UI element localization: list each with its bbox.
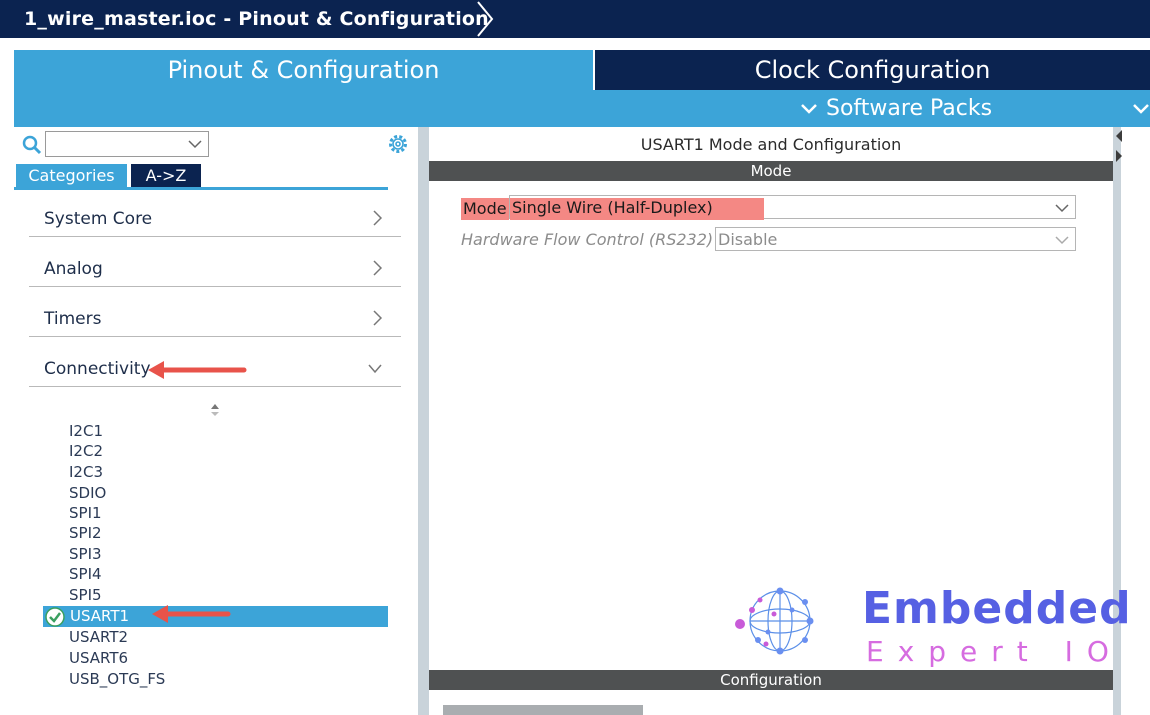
chevron-down-icon <box>801 104 817 114</box>
category-analog[interactable]: Analog <box>29 253 401 287</box>
window-title: 1_wire_master.ioc - Pinout & Configurati… <box>24 8 489 30</box>
search-icon[interactable] <box>22 135 42 155</box>
config-tab-button[interactable] <box>443 705 643 715</box>
chevron-down-icon[interactable] <box>1132 100 1150 118</box>
tab-a-z[interactable]: A->Z <box>131 164 201 187</box>
software-packs-bar: Software Packs <box>14 90 1150 127</box>
chevron-down-icon <box>368 364 382 374</box>
tab-underline <box>14 187 388 190</box>
breadcrumb-chevron-icon <box>477 1 494 37</box>
title-bar: 1_wire_master.ioc - Pinout & Configurati… <box>0 0 1150 38</box>
hw-flow-control-label: Hardware Flow Control (RS232) <box>461 230 714 249</box>
mode-label: Mode <box>461 198 509 220</box>
chevron-down-icon[interactable] <box>188 139 202 149</box>
list-item-i2c2[interactable]: I2C2 <box>69 442 103 460</box>
list-item-sdio[interactable]: SDIO <box>69 484 106 502</box>
list-item-usart2[interactable]: USART2 <box>69 628 128 646</box>
panel-splitter[interactable] <box>418 127 429 715</box>
category-label: Timers <box>44 309 102 329</box>
embedded-expert-logo <box>735 587 814 655</box>
gear-icon[interactable] <box>387 133 409 155</box>
tab-clock-configuration[interactable]: Clock Configuration <box>595 50 1150 90</box>
categories-panel: Categories A->Z System Core Analog Timer… <box>14 127 418 715</box>
list-item-usart6[interactable]: USART6 <box>69 649 128 667</box>
software-packs-menu[interactable]: Software Packs <box>826 96 992 121</box>
list-item-spi2[interactable]: SPI2 <box>69 524 102 542</box>
list-item-label: USART1 <box>70 607 130 625</box>
list-item-spi1[interactable]: SPI1 <box>69 504 102 522</box>
list-item-i2c1[interactable]: I2C1 <box>69 422 103 440</box>
category-label: System Core <box>44 209 153 229</box>
watermark-title: Embedded <box>862 583 1132 634</box>
category-label: Connectivity <box>44 359 151 379</box>
check-circle-icon <box>45 607 65 627</box>
annotation-arrow-icon <box>152 605 231 623</box>
tab-categories[interactable]: Categories <box>16 164 127 187</box>
category-label: Analog <box>44 259 103 279</box>
chevron-down-icon <box>1055 236 1069 245</box>
search-input[interactable] <box>45 131 209 157</box>
mode-select[interactable]: Single Wire (Half-Duplex) <box>509 195 1076 220</box>
configuration-section-header: Configuration <box>429 670 1113 690</box>
mode-select-value: Single Wire (Half-Duplex) <box>510 198 764 220</box>
chevron-down-icon <box>1055 204 1069 213</box>
chevron-right-icon <box>373 310 383 326</box>
panel-title: USART1 Mode and Configuration <box>640 135 902 154</box>
watermark-subtitle: Expert IO <box>866 635 1123 668</box>
list-item-spi3[interactable]: SPI3 <box>69 545 102 563</box>
annotation-arrow-icon <box>148 361 247 379</box>
hw-flow-control-select: Disable <box>715 227 1076 251</box>
list-item-spi5[interactable]: SPI5 <box>69 586 102 604</box>
collapse-arrow-icon[interactable] <box>1115 128 1123 164</box>
list-item-usb-otg-fs[interactable]: USB_OTG_FS <box>69 670 165 688</box>
hw-flow-control-value: Disable <box>718 230 778 249</box>
scroll-updown-icon[interactable] <box>210 403 220 417</box>
tab-pinout-configuration[interactable]: Pinout & Configuration <box>14 50 593 90</box>
chevron-right-icon <box>373 260 383 276</box>
main-tabs: Pinout & Configuration Clock Configurati… <box>14 50 1150 90</box>
category-system-core[interactable]: System Core <box>29 203 401 237</box>
chevron-right-icon <box>373 210 383 226</box>
list-item-spi4[interactable]: SPI4 <box>69 565 102 583</box>
mode-section-header: Mode <box>429 161 1113 181</box>
list-item-i2c3[interactable]: I2C3 <box>69 463 103 481</box>
category-timers[interactable]: Timers <box>29 303 401 337</box>
